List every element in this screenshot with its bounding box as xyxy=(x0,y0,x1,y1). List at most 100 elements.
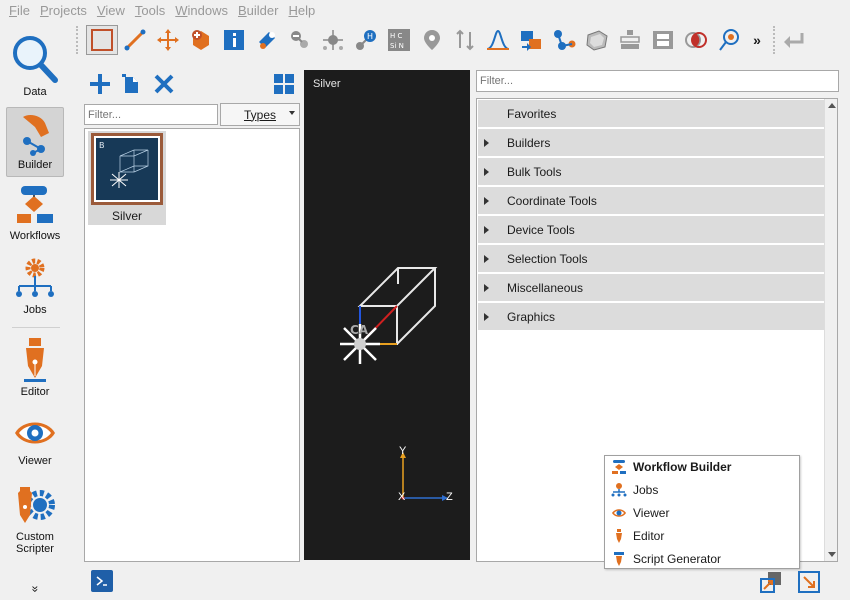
tool-venn[interactable] xyxy=(679,24,712,56)
category-label: Device Tools xyxy=(507,222,575,237)
delete-atom-icon xyxy=(290,31,308,48)
tool-molecule-graph[interactable] xyxy=(547,24,580,56)
expand-arrow-icon xyxy=(484,283,489,292)
menu-tools[interactable]: Tools xyxy=(130,3,170,18)
rail-label-line2: Scripter xyxy=(16,543,54,555)
menu-help[interactable]: Help xyxy=(283,3,320,18)
undo-arrow-icon xyxy=(784,33,804,48)
tools-scrollbar[interactable] xyxy=(824,99,837,561)
menu-bar: File Projects View Tools Windows Builder… xyxy=(0,0,850,20)
menu-item-viewer[interactable]: Viewer xyxy=(611,502,669,524)
category-device-tools[interactable]: Device Tools xyxy=(478,216,825,244)
dropdown-arrow-icon xyxy=(289,111,295,115)
tool-add-atom[interactable] xyxy=(184,24,217,56)
tool-lattice[interactable] xyxy=(613,24,646,56)
rail-data[interactable]: Data xyxy=(6,34,64,104)
ruler-icon xyxy=(124,29,145,51)
3d-viewer[interactable]: Silver CA Y X Z xyxy=(304,70,470,560)
structure-filter-input[interactable] xyxy=(84,104,218,125)
category-bulk-tools[interactable]: Bulk Tools xyxy=(478,158,825,186)
info-icon xyxy=(223,30,244,50)
crystal-thumbnail-icon: B xyxy=(99,141,149,188)
axis-label-z: Z xyxy=(446,491,453,503)
menu-item-jobs[interactable]: Jobs xyxy=(611,479,658,501)
lattice-icon xyxy=(619,30,640,49)
tool-hydrogen[interactable]: H xyxy=(349,24,382,56)
category-coordinate-tools[interactable]: Coordinate Tools xyxy=(478,187,825,215)
rail-label: Data xyxy=(23,86,47,98)
dock-button[interactable] xyxy=(798,571,822,593)
eye-icon xyxy=(15,422,55,444)
menu-item-editor[interactable]: Editor xyxy=(611,525,664,547)
delete-structure-button[interactable] xyxy=(152,72,176,96)
magnifier-icon xyxy=(13,36,58,83)
rail-builder[interactable]: Builder xyxy=(6,107,64,177)
tool-pin[interactable] xyxy=(415,24,448,56)
add-structure-button[interactable] xyxy=(88,72,112,96)
rail-label: Workflows xyxy=(9,230,61,242)
tool-delete-atom[interactable] xyxy=(283,24,316,56)
rail-viewer[interactable]: Viewer xyxy=(6,413,64,479)
scroll-down-icon[interactable] xyxy=(828,552,836,557)
rail-jobs[interactable]: Jobs xyxy=(6,258,64,324)
tool-bond[interactable] xyxy=(250,24,283,56)
undo-button[interactable] xyxy=(779,24,807,56)
rail-divider xyxy=(12,327,60,328)
expand-arrow-icon xyxy=(484,312,489,321)
transfer-icon xyxy=(520,31,541,51)
tool-crystal[interactable] xyxy=(580,24,613,56)
tool-pipette[interactable] xyxy=(712,24,745,56)
tool-select-box[interactable] xyxy=(86,25,118,55)
tool-info[interactable] xyxy=(217,24,250,56)
rail-editor[interactable]: Editor xyxy=(6,336,64,406)
send-to-button[interactable] xyxy=(760,571,782,593)
rail-workflows[interactable]: Workflows xyxy=(6,184,64,250)
category-miscellaneous[interactable]: Miscellaneous xyxy=(478,274,825,302)
tool-transfer[interactable] xyxy=(514,24,547,56)
left-rail: Data Builder Workflows Jobs Editor Viewe… xyxy=(0,28,72,600)
menu-file[interactable]: File xyxy=(4,3,35,18)
tool-rotate[interactable] xyxy=(448,24,481,56)
tool-elements[interactable]: H C Si N xyxy=(382,24,415,56)
structure-card[interactable]: B Silver xyxy=(88,131,166,225)
rail-label: Custom xyxy=(16,531,54,543)
category-favorites[interactable]: Favorites xyxy=(478,100,825,128)
tool-center-atom[interactable] xyxy=(316,24,349,56)
menu-item-workflow-builder[interactable]: Workflow Builder xyxy=(611,456,731,478)
add-atom-icon xyxy=(191,30,209,50)
crystal-icon xyxy=(585,30,608,51)
menu-item-script-generator[interactable]: Script Generator xyxy=(611,548,721,570)
plus-icon xyxy=(90,74,110,94)
script-generator-icon xyxy=(614,552,624,566)
menu-view[interactable]: View xyxy=(92,3,130,18)
tool-gaussian[interactable] xyxy=(481,24,514,56)
rail-more-button[interactable]: » xyxy=(6,582,64,598)
structure-badge: B xyxy=(99,141,105,150)
category-builders[interactable]: Builders xyxy=(478,129,825,157)
scroll-up-icon[interactable] xyxy=(828,103,836,108)
menu-builder[interactable]: Builder xyxy=(233,3,283,18)
tool-move[interactable] xyxy=(151,24,184,56)
copy-structure-button[interactable] xyxy=(120,72,144,96)
tool-ruler[interactable] xyxy=(118,24,151,56)
pin-icon xyxy=(423,30,440,50)
grid-view-button[interactable] xyxy=(272,72,296,96)
hydrogen-icon: H xyxy=(355,30,376,50)
tool-film[interactable] xyxy=(646,24,679,56)
category-selection-tools[interactable]: Selection Tools xyxy=(478,245,825,273)
jobs-icon xyxy=(611,483,627,497)
menu-windows[interactable]: Windows xyxy=(170,3,233,18)
structure-name: Silver xyxy=(111,209,142,223)
workflow-builder-icon xyxy=(612,460,626,474)
unit-cell-render: CA xyxy=(340,267,448,501)
menu-projects[interactable]: Projects xyxy=(35,3,92,18)
rail-custom-scripter[interactable]: Custom Scripter xyxy=(6,483,64,561)
types-dropdown[interactable]: Types xyxy=(220,103,300,126)
svg-text:CA: CA xyxy=(350,323,369,337)
terminal-button[interactable] xyxy=(91,570,113,592)
grid-view-icon xyxy=(274,74,294,94)
category-graphics[interactable]: Graphics xyxy=(478,303,825,331)
toolbar-grip[interactable] xyxy=(76,26,82,54)
toolbar-overflow-button[interactable]: » xyxy=(745,24,769,56)
tools-filter-input[interactable] xyxy=(476,70,839,92)
